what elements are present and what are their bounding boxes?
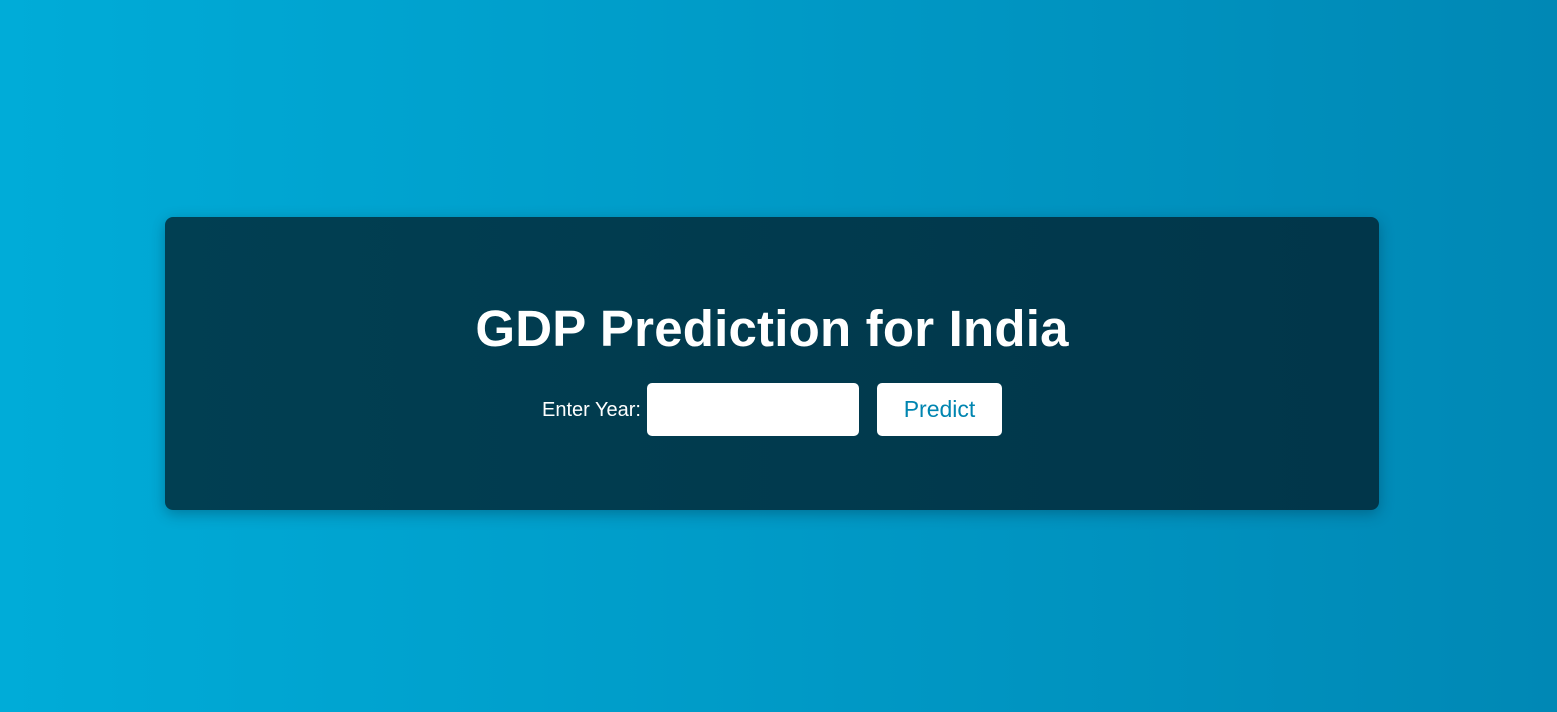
- prediction-form: Enter Year: Predict: [165, 383, 1379, 436]
- prediction-card: GDP Prediction for India Enter Year: Pre…: [165, 217, 1379, 510]
- page-background: { "colors": { "background_start": "#00ac…: [0, 0, 1557, 712]
- predict-button[interactable]: Predict: [876, 383, 1002, 436]
- page-title: GDP Prediction for India: [475, 300, 1069, 357]
- year-label: Enter Year:: [542, 399, 641, 421]
- year-input[interactable]: [646, 383, 859, 436]
